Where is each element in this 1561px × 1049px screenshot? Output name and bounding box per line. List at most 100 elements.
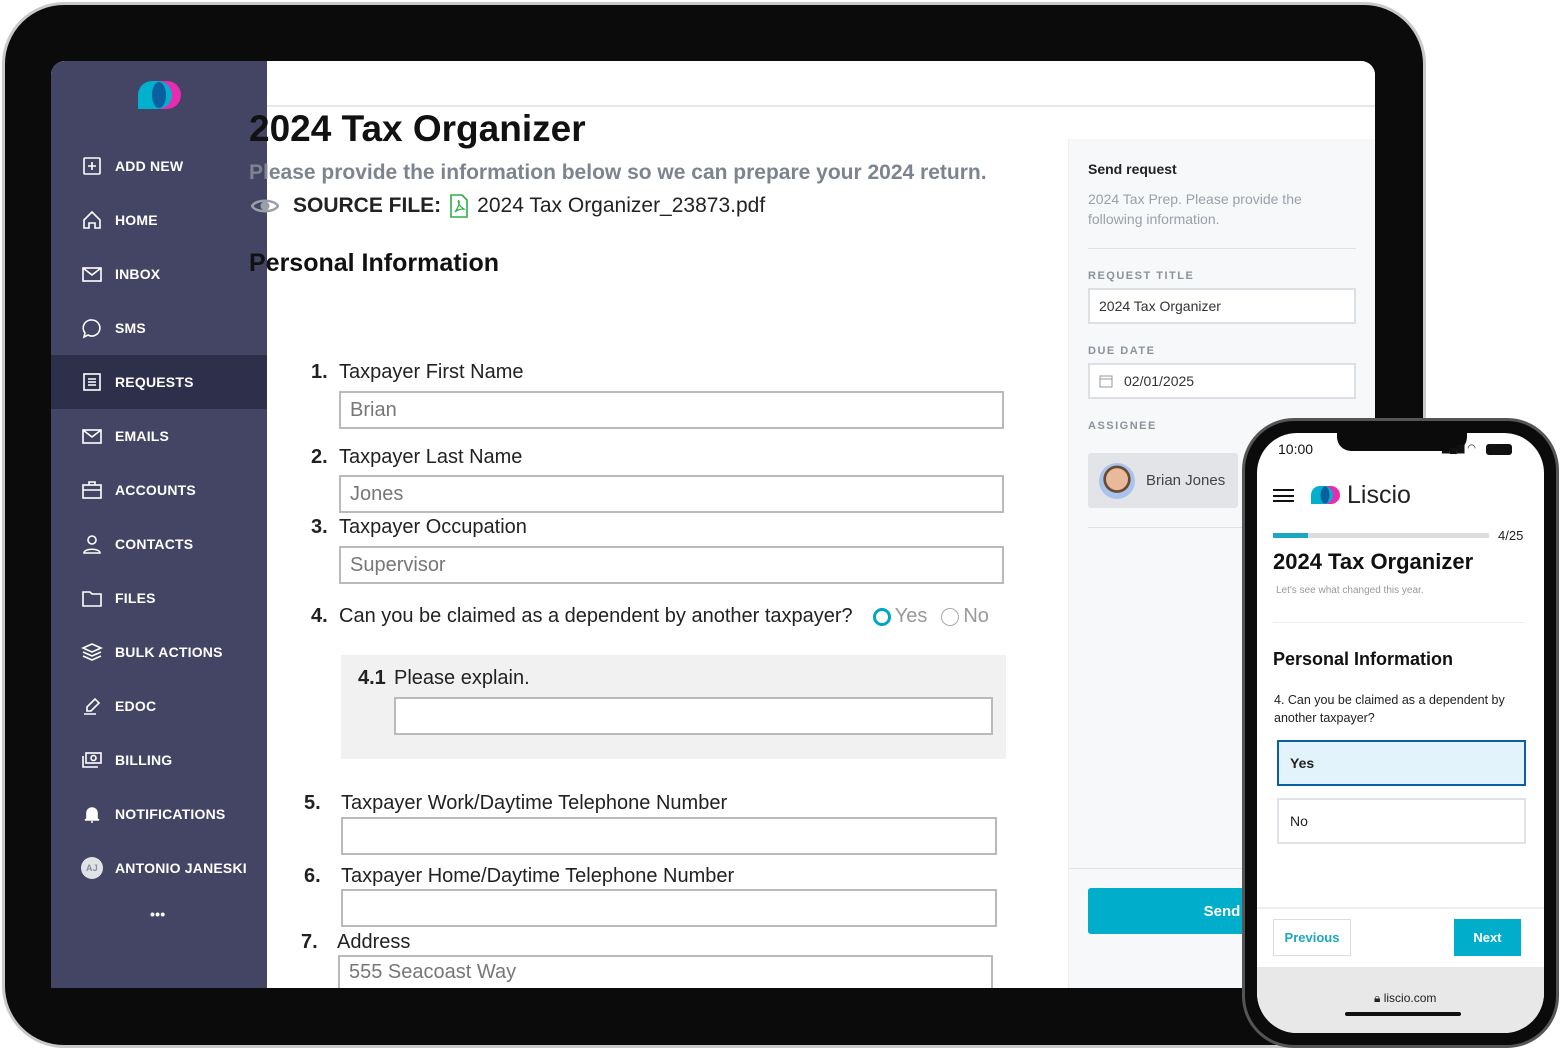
- question-1: 1. Taxpayer First Name: [311, 361, 524, 383]
- sidebar-item-billing[interactable]: BILLING: [51, 733, 267, 787]
- sidebar-item-label: ADD NEW: [115, 158, 184, 174]
- person-icon: [83, 535, 101, 554]
- sidebar-item-label: HOME: [115, 212, 158, 228]
- list-icon: [83, 373, 101, 391]
- first-name-input[interactable]: Brian: [339, 391, 1004, 429]
- top-bar: [267, 61, 1375, 107]
- layers-icon: [81, 643, 103, 661]
- question-7: 7. Address: [301, 931, 411, 953]
- source-file-link[interactable]: 2024 Tax Organizer_23873.pdf: [477, 194, 765, 218]
- next-button[interactable]: Next: [1454, 919, 1521, 956]
- work-phone-input[interactable]: [341, 817, 997, 855]
- sidebar-item-accounts[interactable]: ACCOUNTS: [51, 463, 267, 517]
- occupation-input[interactable]: Supervisor: [339, 546, 1004, 584]
- mail-icon: [82, 429, 102, 444]
- explain-input[interactable]: [394, 697, 993, 735]
- user-avatar: AJ: [81, 857, 103, 879]
- address-input[interactable]: 555 Seacoast Way: [338, 955, 993, 988]
- page-title: 2024 Tax Organizer: [249, 108, 586, 149]
- question-4: 4. Can you be claimed as a dependent by a…: [311, 605, 989, 628]
- page-subtitle: Please provide the information below so …: [249, 161, 987, 184]
- more-menu-button[interactable]: •••: [51, 887, 267, 941]
- assignee-chip[interactable]: Brian Jones: [1088, 453, 1238, 508]
- sidebar-item-requests[interactable]: REQUESTS: [51, 355, 267, 409]
- signature-icon: [84, 697, 101, 715]
- phone-subtitle: Let's see what changed this year.: [1276, 585, 1424, 596]
- panel-description: 2024 Tax Prep. Please provide the follow…: [1088, 191, 1302, 227]
- assignee-avatar: [1099, 462, 1135, 499]
- sidebar-item-label: REQUESTS: [115, 374, 194, 390]
- source-file-row: SOURCE FILE: 2024 Tax Organizer_23873.pd…: [251, 194, 765, 218]
- sidebar-item-label: BILLING: [115, 752, 173, 768]
- sidebar-item-label: ACCOUNTS: [115, 482, 196, 498]
- sidebar-item-label: BULK ACTIONS: [115, 644, 223, 660]
- request-title-input[interactable]: 2024 Tax Organizer: [1088, 288, 1356, 324]
- mail-icon: [82, 267, 102, 282]
- phone-section: Personal Information: [1273, 649, 1454, 669]
- home-indicator: [1345, 1012, 1461, 1016]
- progress-bar: [1273, 533, 1489, 538]
- hamburger-menu-icon[interactable]: [1273, 489, 1294, 502]
- liscio-logo: [1311, 486, 1340, 504]
- sidebar-item-label: EMAILS: [115, 428, 170, 444]
- due-date-input[interactable]: 02/01/2025: [1088, 363, 1356, 399]
- panel-title: Send request: [1088, 161, 1177, 177]
- sidebar-item-edoc[interactable]: EDOC: [51, 679, 267, 733]
- sidebar-item-home[interactable]: HOME: [51, 193, 267, 247]
- browser-bar: 🔒︎ liscio.com: [1257, 967, 1544, 1033]
- sidebar-item-bulk-actions[interactable]: BULK ACTIONS: [51, 625, 267, 679]
- plus-square-icon: [83, 157, 101, 175]
- sidebar: ADD NEW HOME INBOX SMS REQUESTS EMAILS ACCOUNT…: [51, 61, 267, 988]
- sidebar-item-files[interactable]: FILES: [51, 571, 267, 625]
- question-6: 6. Taxpayer Home/Daytime Telephone Number: [304, 865, 735, 887]
- pdf-icon: [450, 194, 468, 218]
- sidebar-item-label: CONTACTS: [115, 536, 194, 552]
- assignee-label: ASSIGNEE: [1088, 420, 1157, 432]
- question-5: 5. Taxpayer Work/Daytime Telephone Number: [304, 792, 728, 814]
- radio-no[interactable]: No: [941, 605, 989, 628]
- brand-name: Liscio: [1347, 481, 1411, 509]
- sidebar-item-sms[interactable]: SMS: [51, 301, 267, 355]
- liscio-logo: [138, 81, 181, 109]
- option-no[interactable]: No: [1277, 798, 1526, 844]
- sidebar-item-label: SMS: [115, 320, 146, 336]
- sidebar-item-emails[interactable]: EMAILS: [51, 409, 267, 463]
- sidebar-item-add-new[interactable]: ADD NEW: [51, 139, 267, 193]
- status-time: 10:00: [1278, 441, 1314, 457]
- last-name-input[interactable]: Jones: [339, 475, 1004, 513]
- question-3: 3. Taxpayer Occupation: [311, 516, 527, 538]
- briefcase-icon: [82, 481, 102, 499]
- previous-button[interactable]: Previous: [1273, 919, 1351, 956]
- url-text[interactable]: 🔒︎ liscio.com: [1374, 991, 1436, 1006]
- battery-icon: [1486, 444, 1512, 455]
- question-2: 2. Taxpayer Last Name: [311, 446, 523, 468]
- sidebar-item-contacts[interactable]: CONTACTS: [51, 517, 267, 571]
- folder-icon: [82, 591, 102, 607]
- request-title-label: REQUEST TITLE: [1088, 270, 1195, 282]
- phone-frame: 10:00 ▂▄▆ ◠ Liscio 4/25 2024 Tax Organiz…: [1242, 418, 1559, 1048]
- sidebar-item-notifications[interactable]: NOTIFICATIONS: [51, 787, 267, 841]
- sidebar-item-label: NOTIFICATIONS: [115, 806, 226, 822]
- eye-icon[interactable]: [251, 196, 279, 216]
- phone-question: 4. Can you be claimed as a dependent by …: [1274, 693, 1505, 725]
- due-date-label: DUE DATE: [1088, 345, 1156, 357]
- sidebar-item-label: EDOC: [115, 698, 157, 714]
- sidebar-item-label: FILES: [115, 590, 156, 606]
- section-heading: Personal Information: [249, 249, 500, 277]
- progress-count: 4/25: [1498, 528, 1524, 543]
- signal-icon: ▂▄▆ ◠: [1442, 443, 1476, 454]
- calendar-icon: [1099, 375, 1113, 388]
- question-4-1: 4.1 Please explain.: [358, 667, 530, 689]
- phone-title: 2024 Tax Organizer: [1273, 549, 1474, 574]
- chat-icon: [82, 319, 101, 339]
- phone-screen: 10:00 ▂▄▆ ◠ Liscio 4/25 2024 Tax Organiz…: [1257, 433, 1544, 1033]
- money-icon: [82, 752, 102, 768]
- option-yes[interactable]: Yes: [1277, 740, 1526, 786]
- bell-icon: [84, 807, 100, 823]
- sidebar-item-label: INBOX: [115, 266, 161, 282]
- home-icon: [83, 210, 101, 229]
- radio-yes[interactable]: Yes: [872, 605, 927, 628]
- home-phone-input[interactable]: [341, 889, 997, 927]
- source-file-label: SOURCE FILE:: [293, 194, 442, 217]
- sidebar-item-inbox[interactable]: INBOX: [51, 247, 267, 301]
